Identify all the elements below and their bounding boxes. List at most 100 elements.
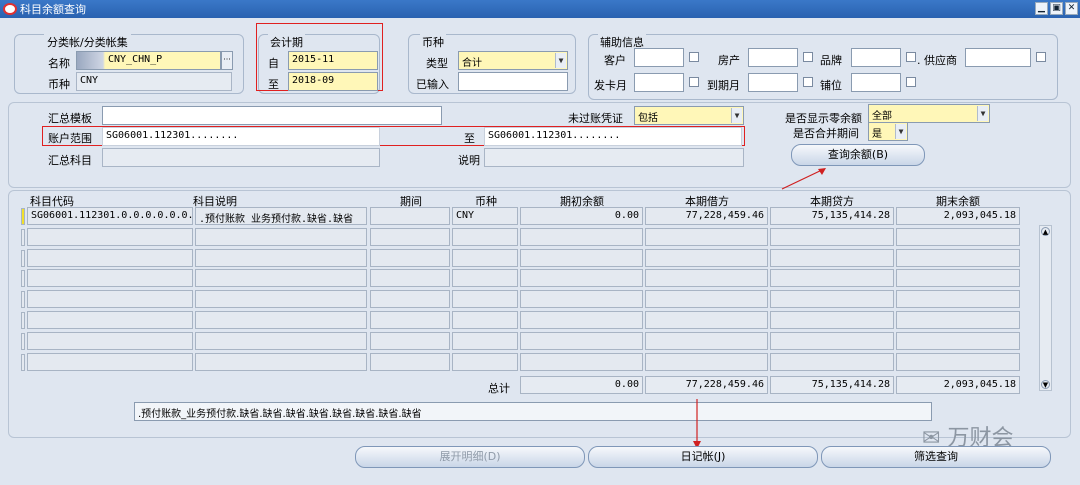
- row-indicator[interactable]: [21, 270, 25, 288]
- table-cell-closing[interactable]: [896, 331, 1020, 350]
- table-cell-period[interactable]: [370, 227, 450, 246]
- table-cell-desc[interactable]: .预付账款_业务预付款.缺省.缺省: [195, 207, 367, 225]
- filter-query-button[interactable]: 筛选查询: [821, 446, 1051, 468]
- aux-brand-field[interactable]: [851, 48, 901, 67]
- table-cell-code[interactable]: [27, 269, 193, 288]
- table-cell-desc[interactable]: [195, 290, 367, 309]
- table-cell-credit[interactable]: [770, 227, 894, 246]
- chevron-down-icon[interactable]: ▼: [977, 106, 988, 121]
- show-zero-select[interactable]: 全部 ▼: [868, 104, 990, 123]
- table-cell-opening[interactable]: [520, 331, 643, 350]
- table-cell-currency[interactable]: [452, 269, 518, 288]
- period-to-field[interactable]: 2018-09: [288, 72, 378, 91]
- table-cell-debit[interactable]: [645, 331, 768, 350]
- table-cell-debit[interactable]: [645, 269, 768, 288]
- row-indicator[interactable]: [21, 249, 25, 267]
- table-cell-desc[interactable]: [195, 311, 367, 329]
- close-icon[interactable]: ✕: [1065, 2, 1078, 15]
- row-indicator[interactable]: [21, 312, 25, 329]
- journal-button[interactable]: 日记帐(J): [588, 446, 818, 468]
- table-cell-opening[interactable]: [520, 269, 643, 288]
- table-cell-code[interactable]: [27, 311, 193, 329]
- row-indicator[interactable]: [21, 353, 25, 371]
- table-cell-currency[interactable]: [452, 290, 518, 309]
- row-indicator[interactable]: [21, 332, 25, 350]
- table-cell-credit[interactable]: [770, 311, 894, 329]
- table-cell-closing[interactable]: [896, 311, 1020, 329]
- table-cell-code[interactable]: SG06001.112301.0.0.0.0.0.0.: [27, 207, 193, 225]
- table-cell-currency[interactable]: [452, 352, 518, 371]
- table-cell-desc[interactable]: [195, 248, 367, 267]
- row-indicator[interactable]: [21, 291, 25, 309]
- expand-detail-button[interactable]: 展开明细(D): [355, 446, 585, 468]
- table-cell-currency[interactable]: [452, 227, 518, 246]
- table-cell-closing[interactable]: [896, 227, 1020, 246]
- table-cell-closing[interactable]: [896, 248, 1020, 267]
- table-cell-desc[interactable]: [195, 331, 367, 350]
- row-indicator[interactable]: [21, 208, 25, 225]
- period-from-field[interactable]: 2015-11: [288, 51, 378, 70]
- table-cell-period[interactable]: [370, 269, 450, 288]
- unposted-select[interactable]: 包括 ▼: [634, 106, 744, 125]
- table-cell-opening[interactable]: [520, 290, 643, 309]
- table-cell-currency[interactable]: [452, 248, 518, 267]
- currency-type-select[interactable]: 合计 ▼: [458, 51, 568, 70]
- table-cell-currency[interactable]: CNY: [452, 207, 518, 225]
- table-cell-desc[interactable]: [195, 352, 367, 371]
- table-cell-opening[interactable]: [520, 227, 643, 246]
- aux-card-month-field[interactable]: [634, 73, 684, 92]
- aux-customer-field[interactable]: [634, 48, 684, 67]
- account-from-field[interactable]: SG06001.112301........: [102, 127, 380, 146]
- table-cell-closing[interactable]: [896, 352, 1020, 371]
- table-cell-code[interactable]: [27, 290, 193, 309]
- chevron-down-icon[interactable]: ▼: [731, 108, 742, 123]
- table-cell-code[interactable]: [27, 227, 193, 246]
- table-cell-currency[interactable]: [452, 331, 518, 350]
- table-cell-debit[interactable]: [645, 352, 768, 371]
- summary-template-field[interactable]: [102, 106, 442, 125]
- table-cell-credit[interactable]: [770, 269, 894, 288]
- merge-period-select[interactable]: 是 ▼: [868, 122, 908, 141]
- aux-brand-checkbox[interactable]: [906, 52, 916, 62]
- table-cell-debit[interactable]: [645, 248, 768, 267]
- table-cell-code[interactable]: [27, 248, 193, 267]
- table-cell-code[interactable]: [27, 352, 193, 371]
- aux-shop-field[interactable]: [851, 73, 901, 92]
- table-cell-opening[interactable]: [520, 352, 643, 371]
- table-cell-closing[interactable]: 2,093,045.18: [896, 207, 1020, 225]
- ledger-lov-button[interactable]: ···: [221, 51, 233, 70]
- table-cell-debit[interactable]: 77,228,459.46: [645, 207, 768, 225]
- table-cell-debit[interactable]: [645, 290, 768, 309]
- table-cell-debit[interactable]: [645, 227, 768, 246]
- currency-entered-field[interactable]: [458, 72, 568, 91]
- table-cell-credit[interactable]: [770, 331, 894, 350]
- aux-supplier-field[interactable]: [965, 48, 1031, 67]
- table-cell-code[interactable]: [27, 331, 193, 350]
- chevron-down-icon[interactable]: ▼: [555, 53, 566, 68]
- minimize-icon[interactable]: ▁: [1035, 2, 1048, 15]
- scroll-up-icon[interactable]: ▲: [1041, 227, 1050, 236]
- aux-expiry-month-checkbox[interactable]: [803, 77, 813, 87]
- row-indicator[interactable]: [21, 228, 25, 246]
- table-cell-opening[interactable]: 0.00: [520, 207, 643, 225]
- table-cell-credit[interactable]: [770, 352, 894, 371]
- table-cell-currency[interactable]: [452, 311, 518, 329]
- table-cell-debit[interactable]: [645, 311, 768, 329]
- table-cell-period[interactable]: [370, 207, 450, 225]
- table-scrollbar[interactable]: ▲ ▼: [1039, 225, 1052, 391]
- table-cell-period[interactable]: [370, 290, 450, 309]
- table-cell-desc[interactable]: [195, 227, 367, 246]
- query-balance-button[interactable]: 查询余额(B): [791, 144, 925, 166]
- table-cell-credit[interactable]: [770, 248, 894, 267]
- scroll-down-icon[interactable]: ▼: [1041, 380, 1050, 389]
- table-cell-period[interactable]: [370, 311, 450, 329]
- aux-card-month-checkbox[interactable]: [689, 77, 699, 87]
- aux-expiry-month-field[interactable]: [748, 73, 798, 92]
- table-cell-opening[interactable]: [520, 248, 643, 267]
- ledger-name-field[interactable]: CNY_CHN_P: [76, 51, 221, 70]
- table-cell-period[interactable]: [370, 352, 450, 371]
- aux-shop-checkbox[interactable]: [906, 77, 916, 87]
- table-cell-desc[interactable]: [195, 269, 367, 288]
- maximize-icon[interactable]: ▣: [1050, 2, 1063, 15]
- table-cell-credit[interactable]: [770, 290, 894, 309]
